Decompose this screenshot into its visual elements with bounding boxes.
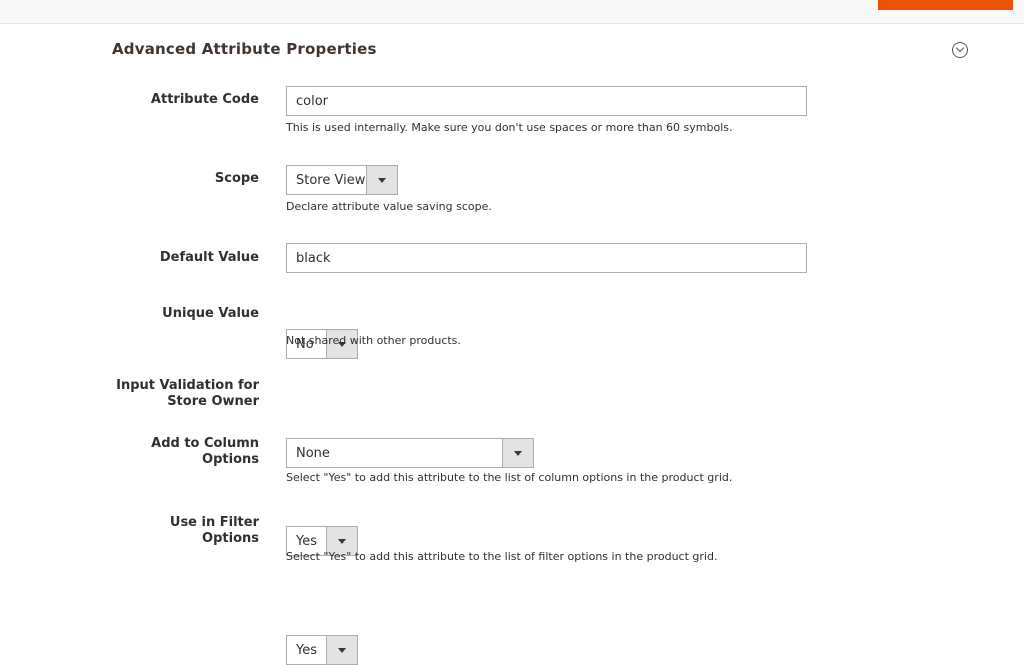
- input-validation-label: Input Validation for Store Owner: [99, 378, 259, 410]
- unique-value-note: Not shared with other products.: [286, 334, 461, 347]
- input-validation-label-line1: Input Validation for: [116, 378, 259, 393]
- default-value-input[interactable]: [286, 243, 807, 273]
- scope-label: Scope: [214, 171, 259, 186]
- unique-value-label: Unique Value: [162, 306, 259, 321]
- scope-select[interactable]: Store View: [286, 165, 398, 195]
- default-value-label: Default Value: [159, 250, 259, 265]
- use-in-filter-label-line1: Use in Filter: [169, 515, 259, 530]
- input-validation-label-line2: Store Owner: [167, 394, 259, 409]
- add-to-column-note: Select "Yes" to add this attribute to th…: [286, 471, 733, 484]
- add-to-column-label: Add to Column Options: [99, 436, 259, 468]
- attribute-code-label: Attribute Code: [150, 92, 259, 107]
- section-title: Advanced Attribute Properties: [112, 40, 377, 58]
- scope-select-value: Store View: [296, 173, 366, 188]
- dropdown-arrow-icon[interactable]: [502, 439, 533, 467]
- top-bar: [0, 0, 1024, 24]
- use-in-filter-label-line2: Options: [202, 531, 259, 546]
- add-to-column-label-line1: Add to Column: [151, 436, 259, 451]
- use-in-filter-select-value: Yes: [296, 643, 317, 658]
- attribute-code-note: This is used internally. Make sure you d…: [286, 121, 733, 134]
- input-validation-select[interactable]: None: [286, 438, 534, 468]
- input-validation-select-value: None: [296, 446, 330, 461]
- use-in-filter-note: Select "Yes" to add this attribute to th…: [286, 550, 718, 563]
- collapse-toggle-icon[interactable]: [952, 42, 968, 58]
- add-to-column-select-value: Yes: [296, 534, 317, 549]
- add-to-column-label-line2: Options: [202, 452, 259, 467]
- dropdown-arrow-icon[interactable]: [366, 166, 397, 194]
- attribute-code-input[interactable]: [286, 86, 807, 116]
- scope-note: Declare attribute value saving scope.: [286, 200, 492, 213]
- primary-action-button[interactable]: [878, 0, 1013, 10]
- use-in-filter-label: Use in Filter Options: [99, 515, 259, 547]
- dropdown-arrow-icon[interactable]: [326, 636, 357, 664]
- use-in-filter-select[interactable]: Yes: [286, 635, 358, 665]
